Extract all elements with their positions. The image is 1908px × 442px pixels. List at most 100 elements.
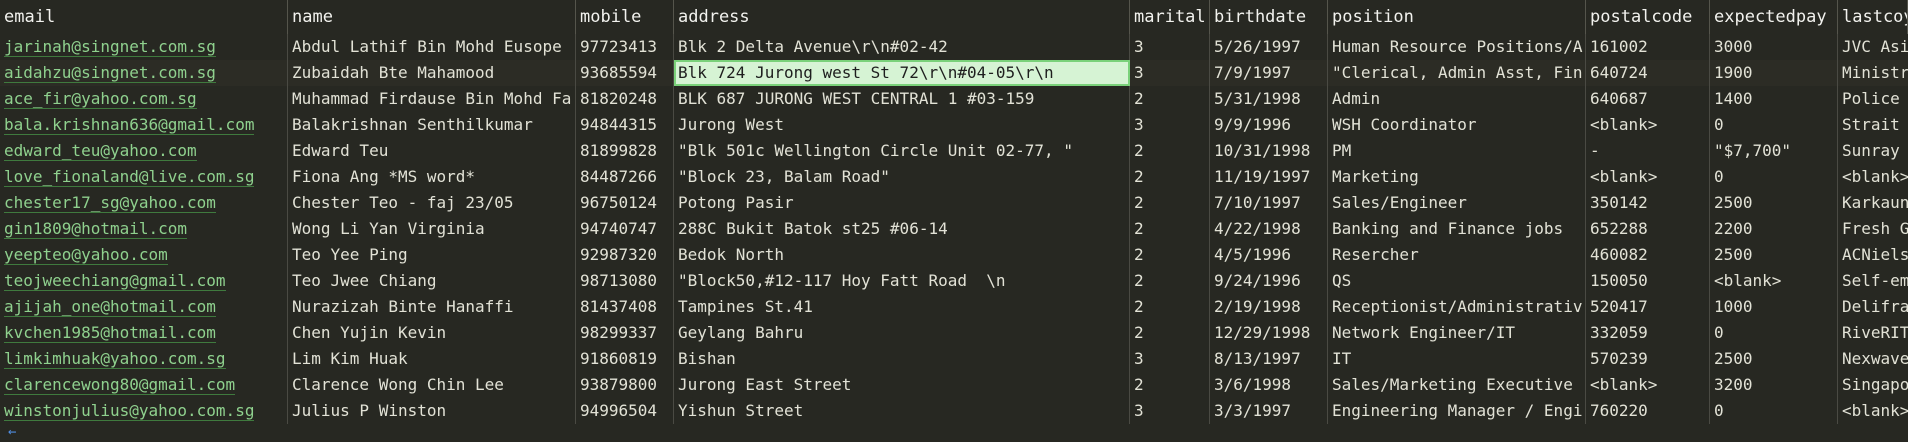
cell-expectedpay[interactable]: 1900: [1710, 60, 1838, 86]
cell-postalcode[interactable]: 520417: [1586, 294, 1710, 320]
cell-postalcode[interactable]: <blank>: [1586, 372, 1710, 398]
cell-address[interactable]: "Block50,#12-117 Hoy Fatt Road \n: [674, 268, 1130, 294]
cell-postalcode[interactable]: 652288: [1586, 216, 1710, 242]
cell-address[interactable]: Blk 724 Jurong west St 72\r\n#04-05\r\n: [674, 60, 1130, 86]
cell-expectedpay[interactable]: 1000: [1710, 294, 1838, 320]
cell-name[interactable]: Nurazizah Binte Hanaffi: [288, 294, 576, 320]
cell-birthdate[interactable]: 9/24/1996: [1210, 268, 1328, 294]
cell-mobile[interactable]: 97723413: [576, 34, 674, 60]
cell-marital[interactable]: 2: [1130, 138, 1210, 164]
cell-birthdate[interactable]: 11/19/1997: [1210, 164, 1328, 190]
column-header-mobile[interactable]: mobile: [576, 0, 674, 34]
cell-postalcode[interactable]: 350142: [1586, 190, 1710, 216]
cell-position[interactable]: Admin: [1328, 86, 1586, 112]
cell-position[interactable]: WSH Coordinator: [1328, 112, 1586, 138]
cell-address[interactable]: Tampines St.41: [674, 294, 1130, 320]
cell-email[interactable]: ajijah_one@hotmail.com: [0, 294, 288, 320]
cell-expectedpay[interactable]: 0: [1710, 164, 1838, 190]
cell-mobile[interactable]: 93685594: [576, 60, 674, 86]
table-row[interactable]: limkimhuak@yahoo.com.sg Lim Kim Huak 91860…: [0, 346, 1908, 372]
cell-email[interactable]: teojweechiang@gmail.com: [0, 268, 288, 294]
cell-address[interactable]: BLK 687 JURONG WEST CENTRAL 1 #03-159: [674, 86, 1130, 112]
cell-marital[interactable]: 2: [1130, 294, 1210, 320]
cell-name[interactable]: Fiona Ang *MS word*: [288, 164, 576, 190]
scroll-left-arrow-icon[interactable]: ←: [8, 424, 16, 440]
cell-email[interactable]: clarencewong80@gmail.com: [0, 372, 288, 398]
cell-marital[interactable]: 2: [1130, 216, 1210, 242]
table-row[interactable]: kvchen1985@hotmail.com Chen Yujin Kevin 98…: [0, 320, 1908, 346]
cell-name[interactable]: Muhammad Firdause Bin Mohd Fa: [288, 86, 576, 112]
cell-email[interactable]: ace_fir@yahoo.com.sg: [0, 86, 288, 112]
cell-address[interactable]: Blk 2 Delta Avenue\r\n#02-42: [674, 34, 1130, 60]
table-row[interactable]: bala.krishnan636@gmail.com Balakrishnan S…: [0, 112, 1908, 138]
cell-email[interactable]: jarinah@singnet.com.sg: [0, 34, 288, 60]
cell-expectedpay[interactable]: 0: [1710, 320, 1838, 346]
cell-address[interactable]: Bishan: [674, 346, 1130, 372]
cell-mobile[interactable]: 98299337: [576, 320, 674, 346]
cell-marital[interactable]: 3: [1130, 112, 1210, 138]
column-header-postalcode[interactable]: postalcode: [1586, 0, 1710, 34]
column-header-address[interactable]: address: [674, 0, 1130, 34]
cell-position[interactable]: PM: [1328, 138, 1586, 164]
cell-expectedpay[interactable]: <blank>: [1710, 268, 1838, 294]
cell-email[interactable]: kvchen1985@hotmail.com: [0, 320, 288, 346]
column-header-birthdate[interactable]: birthdate: [1210, 0, 1328, 34]
cell-birthdate[interactable]: 7/9/1997: [1210, 60, 1328, 86]
cell-expectedpay[interactable]: 2500: [1710, 242, 1838, 268]
cell-email[interactable]: aidahzu@singnet.com.sg: [0, 60, 288, 86]
cell-email[interactable]: bala.krishnan636@gmail.com: [0, 112, 288, 138]
cell-name[interactable]: Edward Teu: [288, 138, 576, 164]
cell-expectedpay[interactable]: 3000: [1710, 34, 1838, 60]
cell-expectedpay[interactable]: 0: [1710, 112, 1838, 138]
cell-marital[interactable]: 3: [1130, 60, 1210, 86]
cell-lastcoy[interactable]: Delifran: [1838, 294, 1908, 320]
cell-postalcode[interactable]: <blank>: [1586, 112, 1710, 138]
table-row[interactable]: aidahzu@singnet.com.sg Zubaidah Bte Maham…: [0, 60, 1908, 86]
cell-name[interactable]: Lim Kim Huak: [288, 346, 576, 372]
column-header-marital[interactable]: marital: [1130, 0, 1210, 34]
cell-mobile[interactable]: 81820248: [576, 86, 674, 112]
cell-email[interactable]: edward_teu@yahoo.com: [0, 138, 288, 164]
cell-address[interactable]: "Blk 501c Wellington Circle Unit 02-77, …: [674, 138, 1130, 164]
cell-marital[interactable]: 3: [1130, 34, 1210, 60]
cell-name[interactable]: Chester Teo - faj 23/05: [288, 190, 576, 216]
column-header-expectedpay[interactable]: expectedpay: [1710, 0, 1838, 34]
cell-address[interactable]: "Block 23, Balam Road": [674, 164, 1130, 190]
cell-lastcoy[interactable]: Karkauns: [1838, 190, 1908, 216]
cell-birthdate[interactable]: 4/5/1996: [1210, 242, 1328, 268]
cell-birthdate[interactable]: 3/6/1998: [1210, 372, 1328, 398]
cell-name[interactable]: Abdul Lathif Bin Mohd Eusope: [288, 34, 576, 60]
cell-name[interactable]: Teo Yee Ping: [288, 242, 576, 268]
cell-email[interactable]: chester17_sg@yahoo.com: [0, 190, 288, 216]
cell-birthdate[interactable]: 10/31/1998: [1210, 138, 1328, 164]
cell-mobile[interactable]: 96750124: [576, 190, 674, 216]
cell-lastcoy[interactable]: Fresh Gr: [1838, 216, 1908, 242]
cell-marital[interactable]: 2: [1130, 86, 1210, 112]
column-header-email[interactable]: email: [0, 0, 288, 34]
cell-name[interactable]: Chen Yujin Kevin: [288, 320, 576, 346]
cell-expectedpay[interactable]: "$7,700": [1710, 138, 1838, 164]
column-header-position[interactable]: position: [1328, 0, 1586, 34]
cell-position[interactable]: Human Resource Positions/A: [1328, 34, 1586, 60]
cell-birthdate[interactable]: 12/29/1998: [1210, 320, 1328, 346]
cell-lastcoy[interactable]: JVC Asia: [1838, 34, 1908, 60]
cell-postalcode[interactable]: <blank>: [1586, 164, 1710, 190]
cell-birthdate[interactable]: 5/31/1998: [1210, 86, 1328, 112]
cell-birthdate[interactable]: 7/10/1997: [1210, 190, 1328, 216]
cell-postalcode[interactable]: -: [1586, 138, 1710, 164]
cell-name[interactable]: Wong Li Yan Virginia: [288, 216, 576, 242]
cell-address[interactable]: 288C Bukit Batok st25 #06-14: [674, 216, 1130, 242]
cell-position[interactable]: IT: [1328, 346, 1586, 372]
cell-mobile[interactable]: 81437408: [576, 294, 674, 320]
cell-birthdate[interactable]: 4/22/1998: [1210, 216, 1328, 242]
cell-address[interactable]: Potong Pasir: [674, 190, 1130, 216]
cell-birthdate[interactable]: 5/26/1997: [1210, 34, 1328, 60]
table-row[interactable]: ajijah_one@hotmail.com Nurazizah Binte Ha…: [0, 294, 1908, 320]
cell-expectedpay[interactable]: 2200: [1710, 216, 1838, 242]
cell-lastcoy[interactable]: ACNielse: [1838, 242, 1908, 268]
cell-email[interactable]: limkimhuak@yahoo.com.sg: [0, 346, 288, 372]
cell-name[interactable]: Teo Jwee Chiang: [288, 268, 576, 294]
cell-address[interactable]: Jurong West: [674, 112, 1130, 138]
cell-postalcode[interactable]: 640724: [1586, 60, 1710, 86]
cell-position[interactable]: Marketing: [1328, 164, 1586, 190]
